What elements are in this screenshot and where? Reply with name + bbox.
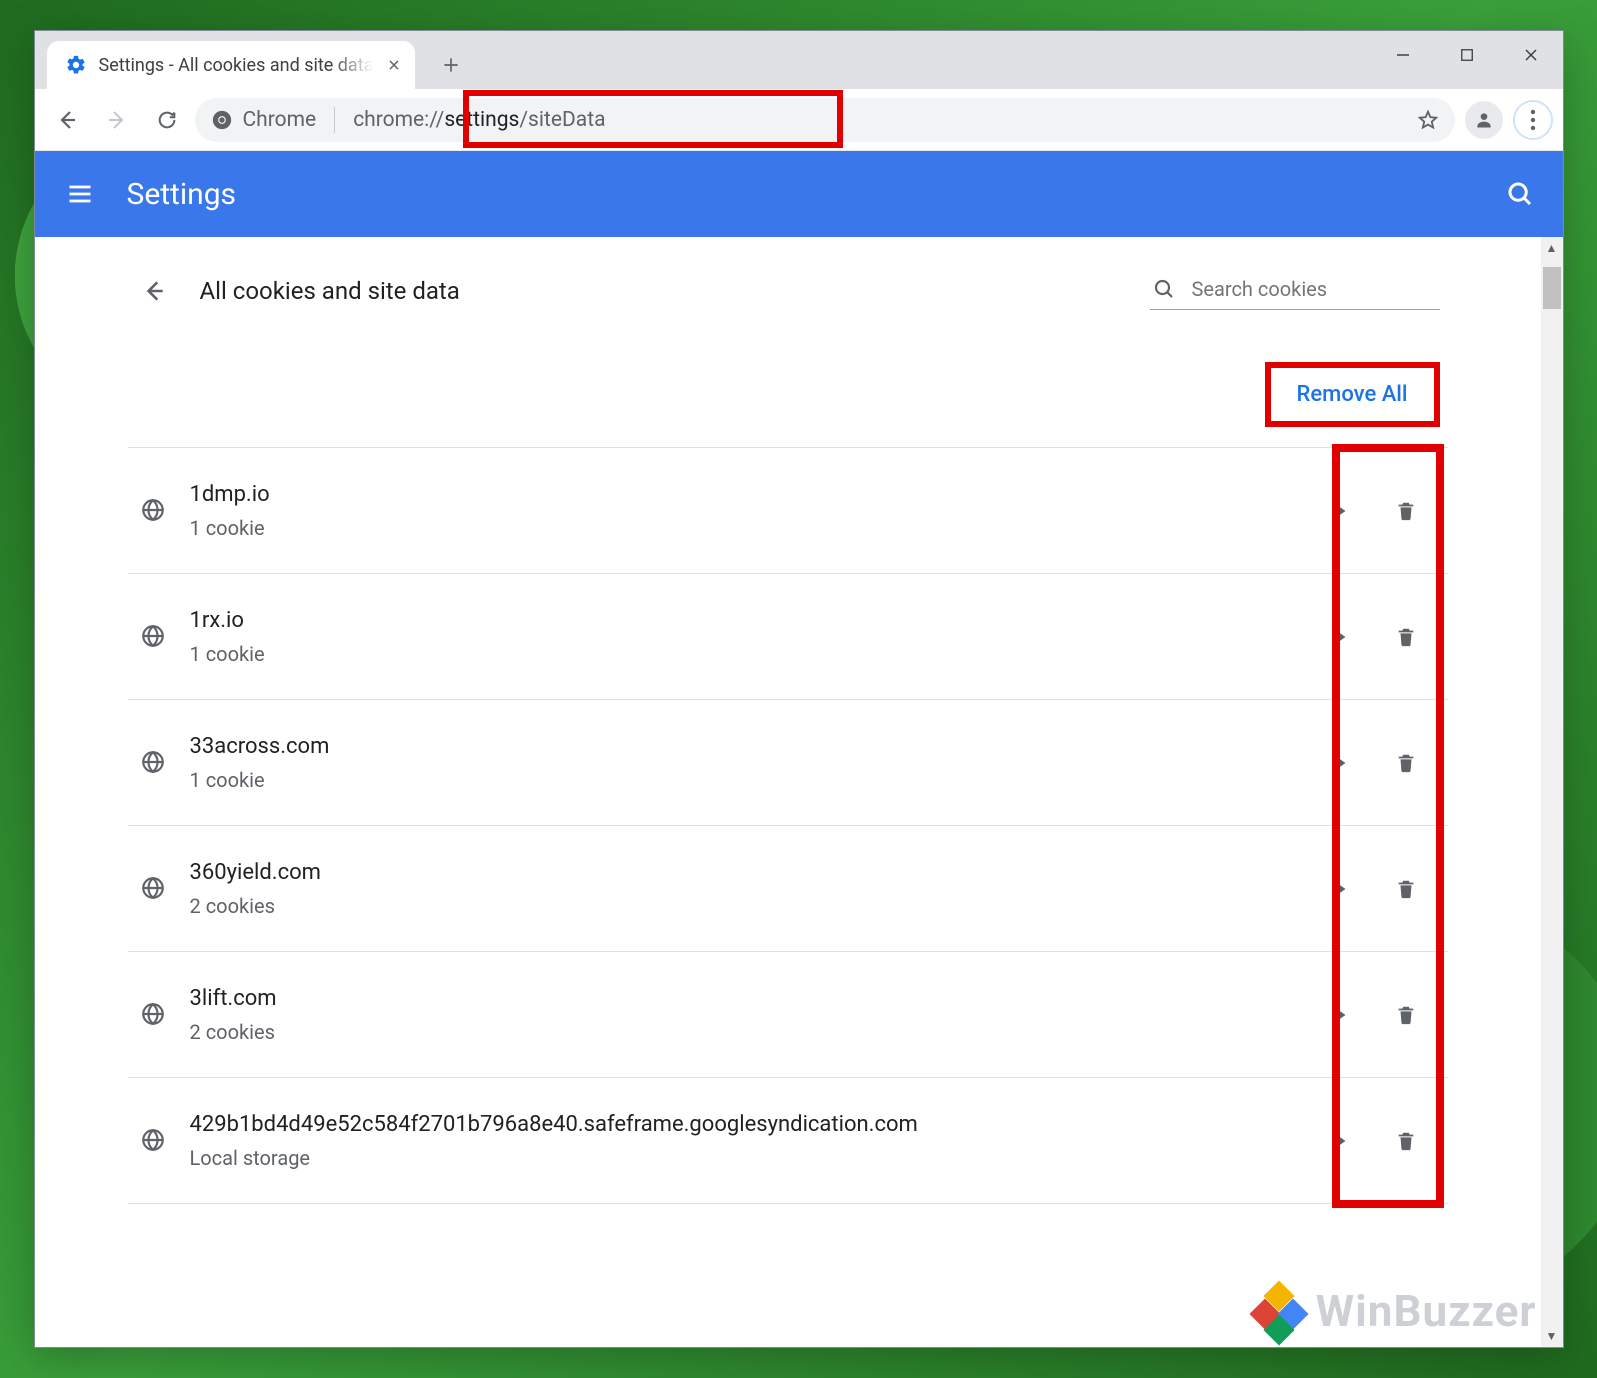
- globe-icon: [140, 749, 168, 777]
- remove-all-button[interactable]: Remove All: [1265, 362, 1440, 427]
- site-row[interactable]: 1rx.io 1 cookie: [128, 574, 1448, 700]
- new-tab-button[interactable]: [431, 45, 471, 85]
- scroll-down-icon[interactable]: ▼: [1541, 1325, 1563, 1347]
- browser-toolbar: Chrome chrome://settings/siteData: [35, 89, 1563, 151]
- chrome-origin-chip: Chrome: [211, 108, 317, 132]
- delete-site-button[interactable]: [1378, 751, 1434, 775]
- site-domain: 360yield.com: [190, 859, 1306, 888]
- maximize-button[interactable]: [1435, 31, 1499, 79]
- vertical-scrollbar[interactable]: ▲ ▼: [1541, 237, 1563, 1347]
- site-detail: Local storage: [190, 1146, 1306, 1170]
- site-info: 429b1bd4d49e52c584f2701b796a8e40.safefra…: [190, 1111, 1306, 1170]
- site-info: 360yield.com 2 cookies: [190, 859, 1306, 918]
- page-back-button[interactable]: [136, 273, 172, 309]
- settings-header: Settings: [35, 151, 1563, 237]
- search-cookies-input[interactable]: [1192, 277, 1438, 301]
- bookmark-star-icon[interactable]: [1417, 109, 1439, 131]
- delete-site-button[interactable]: [1378, 625, 1434, 649]
- site-row[interactable]: 33across.com 1 cookie: [128, 700, 1448, 826]
- chrome-icon: [211, 109, 233, 131]
- site-detail: 2 cookies: [190, 1020, 1306, 1044]
- url-path: /siteData: [519, 108, 605, 132]
- site-detail: 2 cookies: [190, 894, 1306, 918]
- site-row[interactable]: 3lift.com 2 cookies: [128, 952, 1448, 1078]
- site-detail: 1 cookie: [190, 642, 1306, 666]
- site-row[interactable]: 429b1bd4d49e52c584f2701b796a8e40.safefra…: [128, 1078, 1448, 1204]
- cookies-page: All cookies and site data Remove All 1dm…: [128, 237, 1448, 1204]
- globe-icon: [140, 875, 168, 903]
- search-settings-icon[interactable]: [1505, 179, 1535, 209]
- delete-site-button[interactable]: [1378, 1003, 1434, 1027]
- browser-tab[interactable]: Settings - All cookies and site data: [47, 41, 416, 89]
- close-tab-icon[interactable]: [385, 56, 403, 74]
- expand-icon[interactable]: [1328, 1008, 1356, 1022]
- url-host: settings: [444, 108, 519, 132]
- site-info: 3lift.com 2 cookies: [190, 985, 1306, 1044]
- site-info: 1dmp.io 1 cookie: [190, 481, 1306, 540]
- tab-title: Settings - All cookies and site data: [99, 55, 374, 76]
- site-detail: 1 cookie: [190, 768, 1306, 792]
- settings-title: Settings: [127, 177, 237, 212]
- site-domain: 3lift.com: [190, 985, 1306, 1014]
- chrome-window: Settings - All cookies and site data: [34, 30, 1564, 1348]
- site-domain: 429b1bd4d49e52c584f2701b796a8e40.safefra…: [190, 1111, 1306, 1140]
- page-header: All cookies and site data: [128, 253, 1448, 328]
- site-detail: 1 cookie: [190, 516, 1306, 540]
- menu-icon[interactable]: [63, 177, 97, 211]
- search-icon: [1152, 277, 1176, 301]
- scrollbar-thumb[interactable]: [1543, 267, 1561, 309]
- chrome-origin-label: Chrome: [243, 108, 317, 132]
- site-list: 1dmp.io1 cookie1rx.io1 cookie33across.co…: [128, 447, 1448, 1204]
- address-bar[interactable]: Chrome chrome://settings/siteData: [195, 98, 1455, 142]
- profile-button[interactable]: [1465, 101, 1503, 139]
- globe-icon: [140, 1001, 168, 1029]
- expand-icon[interactable]: [1328, 1134, 1356, 1148]
- omnibox-url: chrome://settings/siteData: [353, 108, 605, 132]
- globe-icon: [140, 497, 168, 525]
- site-info: 33across.com 1 cookie: [190, 733, 1306, 792]
- window-controls: [1371, 31, 1563, 79]
- globe-icon: [140, 623, 168, 651]
- site-row[interactable]: 360yield.com 2 cookies: [128, 826, 1448, 952]
- expand-icon[interactable]: [1328, 504, 1356, 518]
- site-domain: 33across.com: [190, 733, 1306, 762]
- globe-icon: [140, 1127, 168, 1155]
- page-title: All cookies and site data: [200, 277, 460, 305]
- site-row[interactable]: 1dmp.io 1 cookie: [128, 448, 1448, 574]
- tab-strip: Settings - All cookies and site data: [35, 31, 1563, 89]
- content-scroll: All cookies and site data Remove All 1dm…: [35, 237, 1541, 1347]
- delete-site-button[interactable]: [1378, 1129, 1434, 1153]
- expand-icon[interactable]: [1328, 882, 1356, 896]
- omnibox-separator: [334, 107, 335, 133]
- remove-all-row: Remove All: [128, 328, 1448, 447]
- site-domain: 1rx.io: [190, 607, 1306, 636]
- close-window-button[interactable]: [1499, 31, 1563, 79]
- gear-icon: [65, 54, 87, 76]
- delete-site-button[interactable]: [1378, 499, 1434, 523]
- delete-site-button[interactable]: [1378, 877, 1434, 901]
- reload-button[interactable]: [145, 98, 189, 142]
- chrome-menu-button[interactable]: [1513, 100, 1553, 140]
- forward-button: [95, 98, 139, 142]
- expand-icon[interactable]: [1328, 630, 1356, 644]
- search-cookies-field[interactable]: [1150, 271, 1440, 310]
- url-scheme: chrome://: [353, 108, 444, 132]
- scroll-up-icon[interactable]: ▲: [1541, 237, 1563, 259]
- content-area: All cookies and site data Remove All 1dm…: [35, 237, 1563, 1347]
- site-domain: 1dmp.io: [190, 481, 1306, 510]
- back-button[interactable]: [45, 98, 89, 142]
- site-info: 1rx.io 1 cookie: [190, 607, 1306, 666]
- minimize-button[interactable]: [1371, 31, 1435, 79]
- expand-icon[interactable]: [1328, 756, 1356, 770]
